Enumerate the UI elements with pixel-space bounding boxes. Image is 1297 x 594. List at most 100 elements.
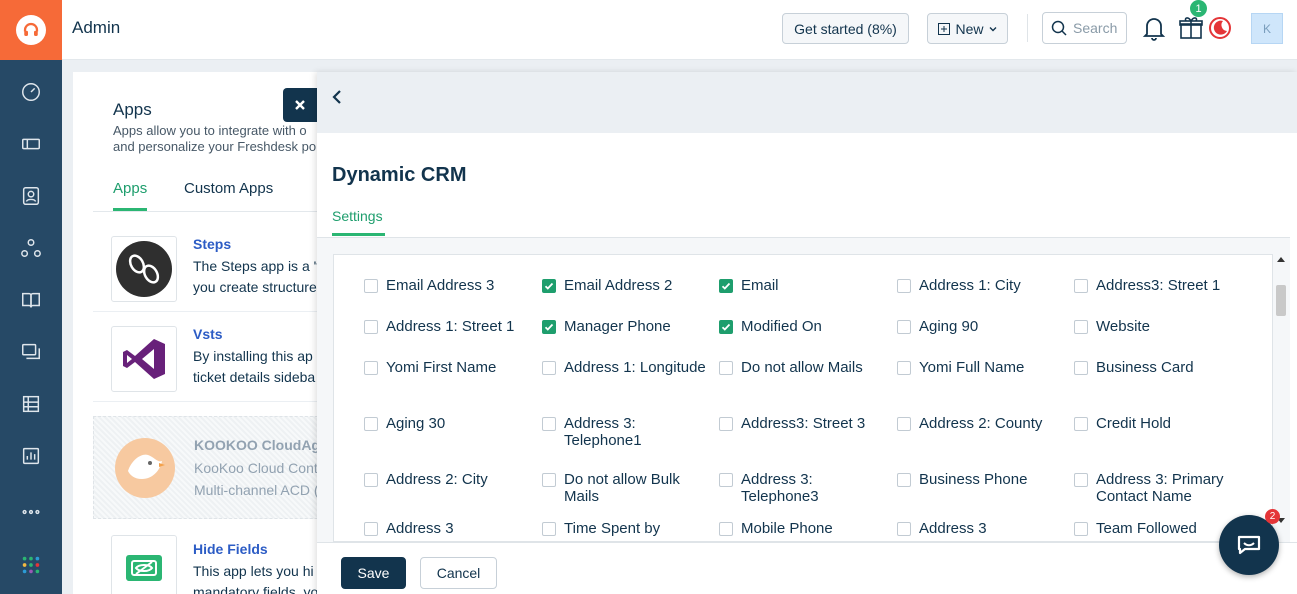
chevron-left-icon[interactable]: [329, 88, 345, 106]
dashboard-icon[interactable]: [19, 80, 43, 104]
checkbox[interactable]: [719, 473, 733, 487]
scroll-thumb[interactable]: [1276, 285, 1286, 316]
checkbox[interactable]: [1074, 522, 1088, 536]
forums-icon[interactable]: [19, 340, 43, 364]
more-icon[interactable]: [19, 500, 43, 524]
app-name[interactable]: KOOKOO CloudAge: [194, 437, 328, 453]
fields-list[interactable]: Email Address 3 Email Address 2 Email Addre…: [333, 254, 1273, 542]
scrollbar[interactable]: [1273, 254, 1289, 542]
freshdesk-logo[interactable]: [0, 0, 62, 60]
get-started-button[interactable]: Get started (8%): [782, 13, 909, 44]
checkbox[interactable]: [364, 320, 378, 334]
gift-icon[interactable]: [1178, 14, 1204, 40]
checkbox[interactable]: [364, 417, 378, 431]
field-checkbox-item[interactable]: Do not allow Bulk Mails: [542, 471, 712, 505]
field-checkbox-item[interactable]: Do not allow Mails: [719, 359, 889, 376]
checkbox[interactable]: [897, 279, 911, 293]
app-name[interactable]: Vsts: [193, 326, 223, 342]
checkbox[interactable]: [897, 522, 911, 536]
field-checkbox-item[interactable]: Business Card: [1074, 359, 1244, 376]
field-checkbox-item[interactable]: Business Phone: [897, 471, 1067, 488]
app-row-kookoo[interactable]: KOOKOO CloudAge KooKoo Cloud Cont Multi-…: [93, 416, 333, 519]
field-checkbox-item[interactable]: Address 1: Street 1: [364, 318, 534, 335]
app-row-steps[interactable]: Steps The Steps app is a 't you create s…: [93, 222, 333, 312]
groups-icon[interactable]: [19, 236, 43, 260]
app-row-hide-fields[interactable]: Hide Fields This app lets you hi mandato…: [93, 527, 333, 594]
field-checkbox-item[interactable]: Address3: Street 1: [1074, 277, 1244, 294]
field-checkbox-item[interactable]: Address 3: [364, 520, 534, 537]
field-checkbox-item[interactable]: Yomi Full Name: [897, 359, 1067, 376]
field-checkbox-item[interactable]: Address 2: County: [897, 415, 1067, 432]
field-checkbox-item[interactable]: Modified On: [719, 318, 889, 335]
app-row-vsts[interactable]: Vsts By installing this ap ticket detail…: [93, 312, 333, 402]
checkbox[interactable]: [542, 361, 556, 375]
checkbox[interactable]: [364, 361, 378, 375]
field-checkbox-item[interactable]: Yomi First Name: [364, 359, 534, 376]
checkbox[interactable]: [897, 417, 911, 431]
checkbox[interactable]: [1074, 361, 1088, 375]
checkbox-checked[interactable]: [719, 320, 733, 334]
field-checkbox-item[interactable]: Manager Phone: [542, 318, 712, 335]
field-checkbox-item[interactable]: Address3: Street 3: [719, 415, 889, 432]
apps-description: Apps allow you to integrate with o and p…: [113, 123, 328, 155]
checkbox-checked[interactable]: [542, 279, 556, 293]
app-name[interactable]: Steps: [193, 236, 231, 252]
checkbox-checked[interactable]: [542, 320, 556, 334]
checkbox[interactable]: [364, 279, 378, 293]
checkbox[interactable]: [364, 473, 378, 487]
scroll-up-arrow[interactable]: [1277, 257, 1285, 262]
checkbox[interactable]: [542, 417, 556, 431]
app-name[interactable]: Hide Fields: [193, 541, 268, 557]
field-checkbox-item[interactable]: Address 3: [897, 520, 1067, 537]
moon-icon[interactable]: [1208, 16, 1232, 40]
field-checkbox-item[interactable]: Address 1: Longitude: [542, 359, 712, 376]
checkbox[interactable]: [542, 473, 556, 487]
checkbox[interactable]: [1074, 279, 1088, 293]
field-checkbox-item[interactable]: Email: [719, 277, 889, 294]
field-checkbox-item[interactable]: Mobile Phone: [719, 520, 889, 537]
modal-title: Dynamic CRM: [332, 164, 467, 186]
checkbox[interactable]: [719, 361, 733, 375]
apps-grid-icon[interactable]: [19, 553, 43, 577]
field-checkbox-item[interactable]: Address 3: Primary Contact Name: [1074, 471, 1244, 505]
checkbox[interactable]: [897, 320, 911, 334]
field-checkbox-item[interactable]: Address 3: Telephone3: [719, 471, 889, 505]
field-checkbox-item[interactable]: Aging 30: [364, 415, 534, 432]
checkbox[interactable]: [719, 417, 733, 431]
field-checkbox-item[interactable]: Credit Hold: [1074, 415, 1244, 432]
checkbox-checked[interactable]: [719, 279, 733, 293]
checkbox[interactable]: [364, 522, 378, 536]
close-button[interactable]: [283, 88, 317, 122]
tab-settings[interactable]: Settings: [332, 208, 383, 224]
field-checkbox-item[interactable]: Website: [1074, 318, 1244, 335]
checkbox[interactable]: [1074, 320, 1088, 334]
checkbox[interactable]: [1074, 417, 1088, 431]
save-button[interactable]: Save: [341, 557, 406, 589]
checkbox[interactable]: [897, 361, 911, 375]
checkbox[interactable]: [719, 522, 733, 536]
field-checkbox-item[interactable]: Time Spent by: [542, 520, 712, 537]
chat-button[interactable]: [1219, 515, 1279, 575]
bell-icon[interactable]: [1142, 15, 1166, 41]
field-checkbox-item[interactable]: Address 2: City: [364, 471, 534, 488]
field-checkbox-item[interactable]: Address 1: City: [897, 277, 1067, 294]
contacts-icon[interactable]: [19, 184, 43, 208]
knowledge-base-icon[interactable]: [19, 288, 43, 312]
field-checkbox-item[interactable]: Email Address 3: [364, 277, 534, 294]
field-checkbox-item[interactable]: Email Address 2: [542, 277, 712, 294]
reports-icon[interactable]: [19, 444, 43, 468]
tab-apps[interactable]: Apps: [113, 180, 147, 197]
cancel-button[interactable]: Cancel: [420, 557, 497, 589]
tab-custom-apps[interactable]: Custom Apps: [184, 180, 273, 197]
checkbox[interactable]: [542, 522, 556, 536]
new-button[interactable]: New: [927, 13, 1008, 44]
checkbox[interactable]: [1074, 473, 1088, 487]
field-checkbox-item[interactable]: Address 3: Telephone1: [542, 415, 712, 449]
avatar[interactable]: K: [1251, 13, 1283, 44]
search-input[interactable]: Search: [1042, 12, 1127, 44]
field-checkbox-item[interactable]: Aging 90: [897, 318, 1067, 335]
solutions-icon[interactable]: [19, 392, 43, 416]
field-checkbox-item[interactable]: Team Followed: [1074, 520, 1244, 537]
checkbox[interactable]: [897, 473, 911, 487]
tickets-icon[interactable]: [19, 132, 43, 156]
